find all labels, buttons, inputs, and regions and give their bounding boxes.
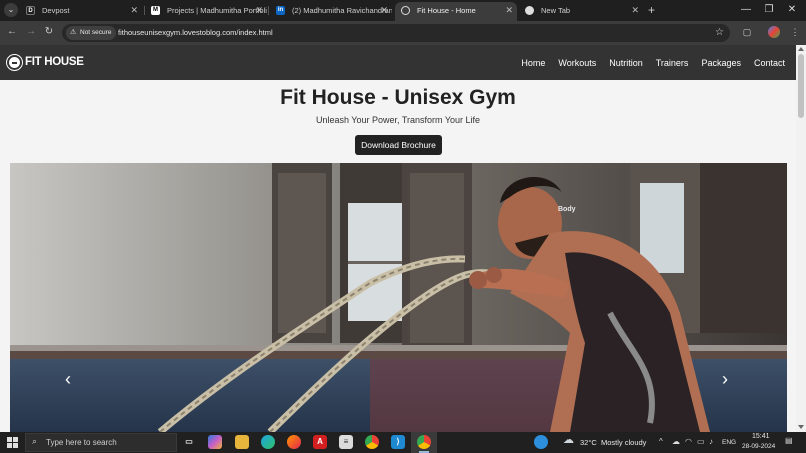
onedrive-icon[interactable]: ☁ [672, 437, 680, 447]
security-label: Not secure [80, 29, 112, 36]
search-placeholder: Type here to search [46, 438, 117, 447]
scroll-thumb[interactable] [798, 54, 804, 118]
chrome-icon[interactable] [365, 435, 379, 449]
site-menu: Home Workouts Nutrition Trainers Package… [508, 45, 785, 80]
edge-icon[interactable] [261, 435, 275, 449]
battery-icon[interactable]: ▭ [697, 437, 705, 447]
linkedin-icon: in [276, 6, 285, 15]
copilot-icon[interactable] [208, 435, 222, 449]
close-icon[interactable]: ✕ [631, 2, 639, 19]
tab-devpost[interactable]: D Devpost ✕ [20, 2, 142, 21]
hero-title: Fit House - Unisex Gym [280, 86, 516, 109]
weather-description[interactable]: Mostly cloudy [601, 438, 646, 447]
page-scrollbar[interactable] [796, 45, 806, 432]
tab-title: Devpost [42, 6, 70, 15]
bookmark-star-icon[interactable]: ☆ [715, 24, 724, 42]
site-navbar: FIT HOUSE Home Workouts Nutrition Traine… [0, 45, 796, 80]
clock-time[interactable]: 15:41 [752, 433, 770, 440]
forward-button[interactable]: → [24, 25, 38, 39]
tab-divider [268, 6, 269, 15]
nav-packages[interactable]: Packages [701, 58, 741, 68]
file-explorer-icon[interactable] [235, 435, 249, 449]
reload-button[interactable]: ↻ [42, 25, 56, 39]
tab-linkedin[interactable]: in (2) Madhumitha Ravichandran | ✕ [270, 2, 392, 21]
devpost-icon: D [26, 6, 35, 15]
address-bar[interactable]: ⚠ Not secure fithouseunisexgym.lovestobl… [62, 24, 730, 42]
shirt-print-text: Body [558, 206, 576, 213]
logo-text: FIT HOUSE [25, 56, 84, 68]
weather-cloud-icon[interactable]: ☁ [563, 435, 574, 446]
back-button[interactable]: ← [5, 25, 19, 39]
clock-date[interactable]: 28-09-2024 [742, 443, 775, 450]
extensions-icon[interactable]: ▢ [740, 25, 754, 39]
url-text[interactable]: fithouseunisexgym.lovestoblog.com/index.… [118, 24, 273, 42]
notifications-icon[interactable]: ▤ [785, 436, 793, 446]
restore-button[interactable]: ❐ [759, 2, 779, 18]
close-icon[interactable]: ✕ [130, 2, 138, 19]
carousel-next-button[interactable]: › [722, 369, 728, 389]
volume-icon[interactable]: ♪ [709, 437, 713, 447]
carousel-prev-button[interactable]: ‹ [65, 369, 71, 389]
scroll-up-arrow-icon[interactable] [798, 47, 804, 51]
scroll-down-arrow-icon[interactable] [798, 425, 804, 429]
windows-start-icon[interactable] [7, 437, 18, 448]
new-tab-button[interactable]: + [648, 2, 655, 18]
nav-contact[interactable]: Contact [754, 58, 785, 68]
tab-title: Projects | Madhumitha Portfolio [167, 6, 267, 15]
chrome-icon [525, 6, 534, 15]
taskbar-search-box[interactable]: ⌕ Type here to search [25, 433, 177, 452]
web-page: FIT HOUSE Home Workouts Nutrition Traine… [0, 45, 796, 432]
chrome-profile-icon[interactable] [417, 435, 431, 449]
tab-title: Fit House - Home [417, 6, 476, 15]
nav-trainers[interactable]: Trainers [656, 58, 689, 68]
vscode-icon[interactable]: ⟩ [391, 435, 405, 449]
nav-workouts[interactable]: Workouts [558, 58, 596, 68]
acrobat-icon[interactable]: A [313, 435, 327, 449]
hero-carousel: ‹ › Body [10, 163, 787, 432]
tab-search-icon[interactable]: ⌄ [4, 3, 18, 17]
portfolio-icon: M [151, 6, 160, 15]
menu-kebab-icon[interactable]: ⋮ [788, 25, 802, 39]
nav-nutrition[interactable]: Nutrition [609, 58, 643, 68]
wifi-icon[interactable]: ◠ [685, 437, 692, 447]
browser-tab-strip: ⌄ D Devpost ✕ M Projects | Madhumitha Po… [0, 0, 806, 21]
dumbbell-logo-icon [7, 55, 22, 70]
tab-title: New Tab [541, 6, 571, 15]
close-icon[interactable]: ✕ [505, 2, 513, 19]
nav-home[interactable]: Home [521, 58, 545, 68]
windows-taskbar: ⌕ Type here to search ▭ A ≡ ⟩ ☁ 32°C Mos… [0, 432, 806, 453]
browser-toolbar: ← → ↻ ⚠ Not secure fithouseunisexgym.lov… [0, 21, 806, 45]
tab-portfolio[interactable]: M Projects | Madhumitha Portfolio ✕ [145, 2, 267, 21]
gym-hero-image [10, 163, 787, 432]
chevron-up-icon[interactable]: ^ [659, 437, 663, 447]
warning-icon: ⚠ [70, 29, 77, 36]
close-icon[interactable]: ✕ [255, 2, 263, 19]
task-view-icon[interactable]: ▭ [182, 435, 196, 449]
notepad-icon[interactable]: ≡ [339, 435, 353, 449]
tab-title: (2) Madhumitha Ravichandran | [292, 6, 392, 15]
language-indicator[interactable]: ENG [722, 439, 736, 446]
firefox-icon[interactable] [287, 435, 301, 449]
security-badge[interactable]: ⚠ Not secure [66, 26, 117, 40]
globe-icon [401, 6, 410, 15]
tab-new-tab[interactable]: New Tab ✕ [519, 2, 643, 21]
search-icon: ⌕ [32, 436, 38, 446]
weather-temp[interactable]: 32°C [580, 438, 597, 447]
profile-avatar[interactable] [768, 26, 780, 38]
close-icon[interactable]: ✕ [380, 2, 388, 19]
teams-tray-icon[interactable] [534, 435, 548, 449]
hero-subtitle: Unleash Your Power, Transform Your Life [315, 115, 481, 125]
minimize-button[interactable]: — [736, 2, 756, 18]
close-window-button[interactable]: ✕ [782, 2, 802, 18]
tab-fit-house[interactable]: Fit House - Home ✕ [395, 2, 517, 21]
download-brochure-button[interactable]: Download Brochure [355, 135, 442, 155]
